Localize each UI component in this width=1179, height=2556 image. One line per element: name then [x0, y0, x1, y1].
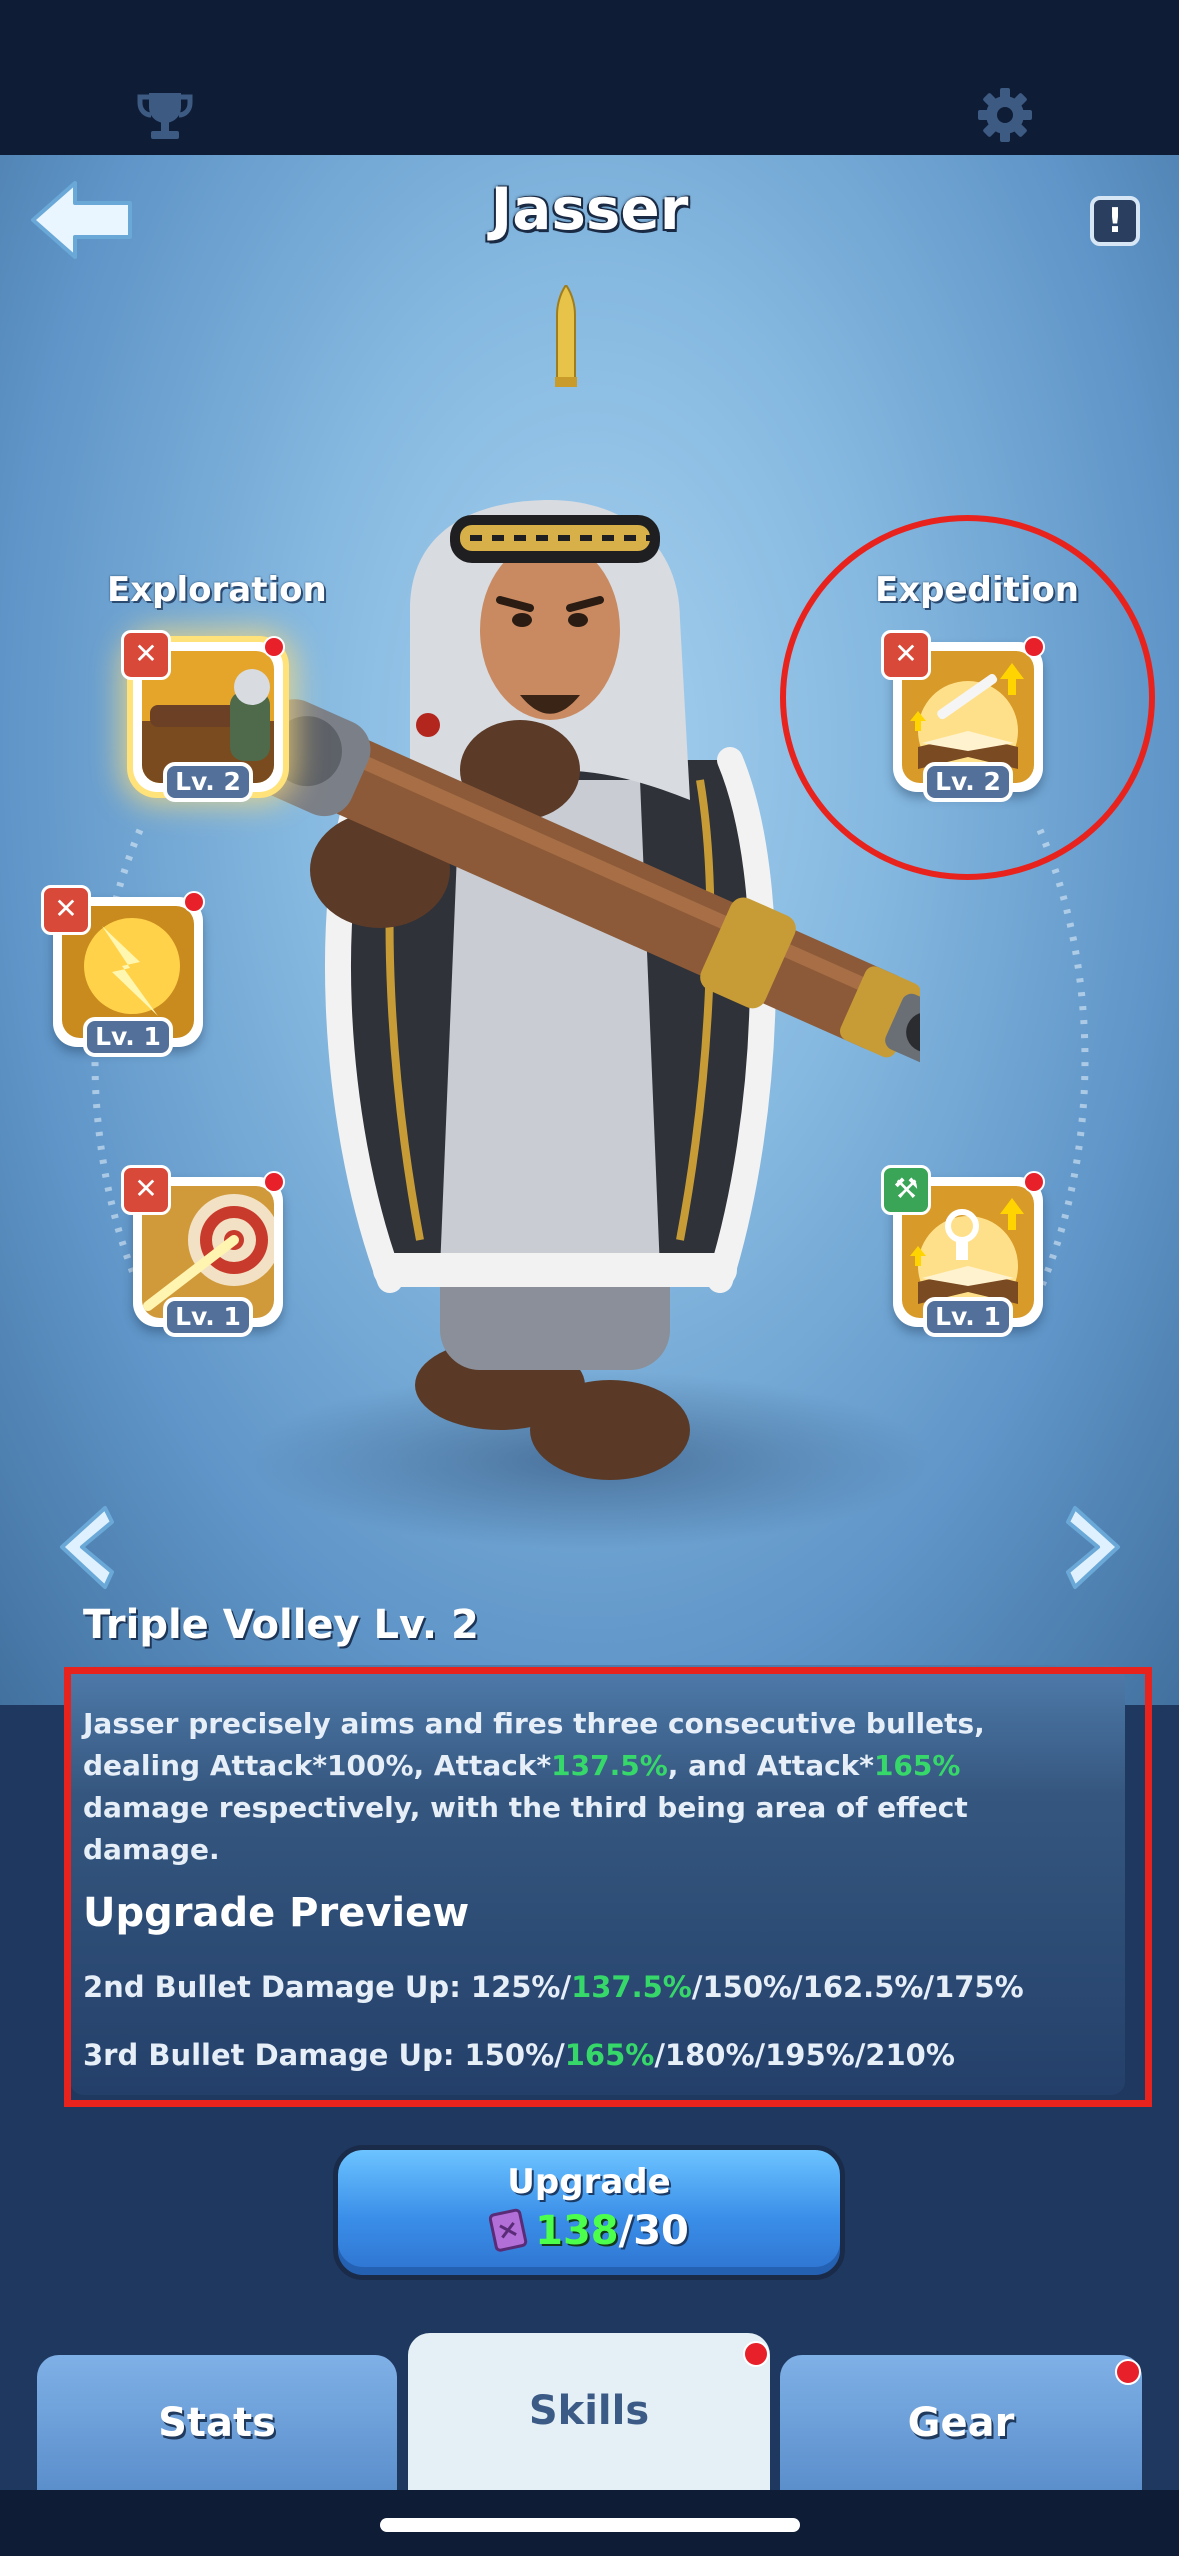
skill-level: Lv. 1: [923, 1297, 1013, 1337]
attack-tag-icon: ✕: [121, 1165, 171, 1215]
info-icon[interactable]: !: [1090, 196, 1140, 246]
attack-tag-icon: ✕: [41, 885, 91, 935]
notification-dot: [263, 636, 285, 658]
notification-dot: [183, 891, 205, 913]
notification-dot: [263, 1171, 285, 1193]
gear-icon[interactable]: [975, 85, 1035, 145]
bullet-icon: [555, 285, 577, 387]
trophy-icon[interactable]: [135, 85, 195, 145]
chevron-right-icon[interactable]: [1060, 1500, 1130, 1595]
skill-level: Lv. 2: [163, 762, 253, 802]
skill-level: Lv. 1: [163, 1297, 253, 1337]
skill-card-lightning-shot[interactable]: ✕ Lv. 1: [41, 885, 205, 1057]
tab-stats[interactable]: Stats: [37, 2355, 397, 2490]
tab-skills[interactable]: Skills: [408, 2333, 770, 2490]
upgrade-label: Upgrade: [507, 2162, 671, 2202]
skill-card-triple-volley[interactable]: ✕ Lv. 2: [121, 630, 285, 802]
build-tag-icon: ⚒: [881, 1165, 931, 1215]
skill-card-target-shot[interactable]: ✕ Lv. 1: [121, 1165, 285, 1337]
selected-skill-title: Triple Volley Lv. 2: [83, 1602, 479, 1648]
annotation-circle: [780, 515, 1155, 880]
skill-book-icon: [489, 2208, 528, 2252]
upgrade-cost: 138/30: [338, 2208, 840, 2254]
notification-dot: [743, 2341, 769, 2367]
notification-dot: [1023, 1171, 1045, 1193]
home-indicator[interactable]: [380, 2518, 800, 2532]
skill-card-research-book[interactable]: ⚒ Lv. 1: [881, 1165, 1045, 1337]
hero-name: Jasser: [490, 175, 689, 243]
notification-dot: [1115, 2359, 1141, 2385]
tab-gear[interactable]: Gear: [780, 2355, 1142, 2490]
top-bar: [0, 0, 1179, 155]
chevron-left-icon[interactable]: [50, 1500, 120, 1595]
group-label-exploration: Exploration: [107, 570, 327, 610]
annotation-rectangle: [64, 1667, 1152, 2107]
skill-level: Lv. 1: [83, 1017, 173, 1057]
upgrade-button[interactable]: Upgrade 138/30: [333, 2145, 845, 2280]
attack-tag-icon: ✕: [121, 630, 171, 680]
